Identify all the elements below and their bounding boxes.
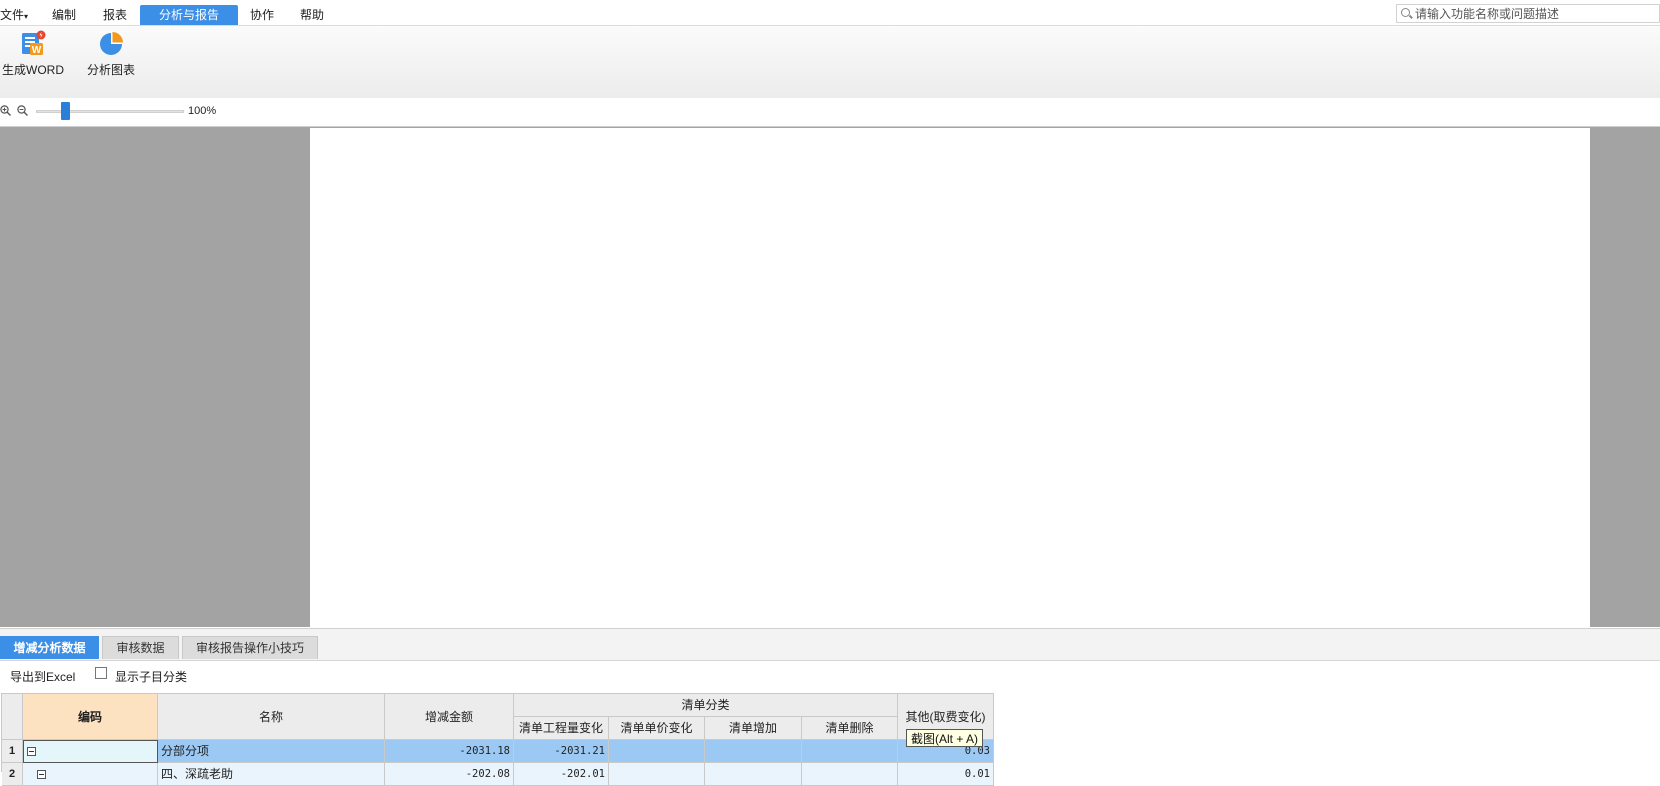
search-box[interactable]	[1396, 4, 1660, 23]
ribbon: W 生成WORD 分析图表	[0, 26, 1660, 99]
zoom-out-icon[interactable]	[17, 105, 28, 116]
collapse-icon[interactable]	[27, 747, 36, 756]
svg-text:W: W	[32, 45, 42, 56]
table-cell-amount[interactable]: -2031.18	[385, 740, 514, 763]
tab-change-analysis[interactable]: 增减分析数据	[0, 636, 99, 659]
table-cell-amount[interactable]: -202.08	[385, 763, 514, 786]
header-list-deleted[interactable]: 清单删除	[802, 717, 898, 740]
menu-edit[interactable]: 编制	[52, 5, 76, 25]
header-name[interactable]: 名称	[158, 694, 385, 740]
table-cell-other[interactable]: 0.01	[898, 763, 994, 786]
row-number-header	[2, 694, 23, 740]
header-code[interactable]: 编码	[23, 694, 158, 740]
screenshot-tooltip: 截图(Alt + A)	[906, 729, 984, 747]
table-cell-qty-change[interactable]: -2031.21	[514, 740, 609, 763]
zoom-bar: 100%	[0, 98, 1660, 127]
header-list-added[interactable]: 清单增加	[705, 717, 802, 740]
table-cell-added[interactable]	[705, 740, 802, 763]
table-cell-added[interactable]	[705, 763, 802, 786]
zoom-in-icon[interactable]	[0, 105, 11, 116]
row-number: 2	[2, 763, 23, 786]
table-cell-price-change[interactable]	[609, 763, 705, 786]
table-cell-code[interactable]	[23, 740, 158, 763]
document-page	[310, 128, 1590, 627]
menu-collab[interactable]: 协作	[250, 5, 274, 25]
menu-report[interactable]: 报表	[103, 5, 127, 25]
menu-help[interactable]: 帮助	[300, 5, 324, 25]
table-cell-price-change[interactable]	[609, 740, 705, 763]
analysis-chart-label: 分析图表	[86, 63, 135, 77]
menu-file[interactable]: 文件▾	[0, 5, 28, 25]
export-excel-button[interactable]: 导出到Excel	[10, 668, 75, 685]
zoom-value: 100%	[188, 105, 217, 117]
show-subcategory-checkbox[interactable]	[95, 667, 107, 679]
row-number: 1	[2, 740, 23, 763]
bottom-tab-bar: 增减分析数据 审核数据 审核报告操作小技巧	[0, 628, 1660, 661]
analysis-chart-button[interactable]: 分析图表	[84, 30, 138, 78]
table-cell-code[interactable]	[23, 763, 158, 786]
pie-chart-icon	[100, 32, 123, 55]
table-cell-name[interactable]: 四、深疏老助	[158, 763, 385, 786]
table-cell-deleted[interactable]	[802, 763, 898, 786]
header-qty-change[interactable]: 清单工程量变化	[514, 717, 609, 740]
generate-word-button[interactable]: W 生成WORD	[2, 30, 64, 78]
header-list-category: 清单分类	[514, 694, 898, 717]
menu-analysis[interactable]: 分析与报告	[140, 5, 238, 25]
show-subcategory-label: 显示子目分类	[115, 670, 188, 684]
document-preview[interactable]	[0, 127, 1660, 627]
collapse-icon[interactable]	[37, 769, 46, 779]
menu-bar: 文件▾ 编制 报表 分析与报告 协作 帮助	[0, 0, 1660, 26]
header-price-change[interactable]: 清单单价变化	[609, 717, 705, 740]
word-icon: W	[22, 30, 46, 56]
table-cell-deleted[interactable]	[802, 740, 898, 763]
zoom-slider-thumb[interactable]	[61, 102, 70, 120]
table-cell-qty-change[interactable]: -202.01	[514, 763, 609, 786]
search-icon	[1401, 8, 1410, 17]
zoom-slider-track[interactable]	[36, 110, 184, 113]
table-cell-name[interactable]: 分部分项	[158, 740, 385, 763]
header-amount[interactable]: 增减金额	[385, 694, 514, 740]
search-input[interactable]	[1415, 5, 1655, 22]
tab-audit-data[interactable]: 审核数据	[102, 636, 179, 659]
generate-word-label: 生成WORD	[2, 63, 64, 77]
tab-audit-tips[interactable]: 审核报告操作小技巧	[182, 636, 318, 659]
